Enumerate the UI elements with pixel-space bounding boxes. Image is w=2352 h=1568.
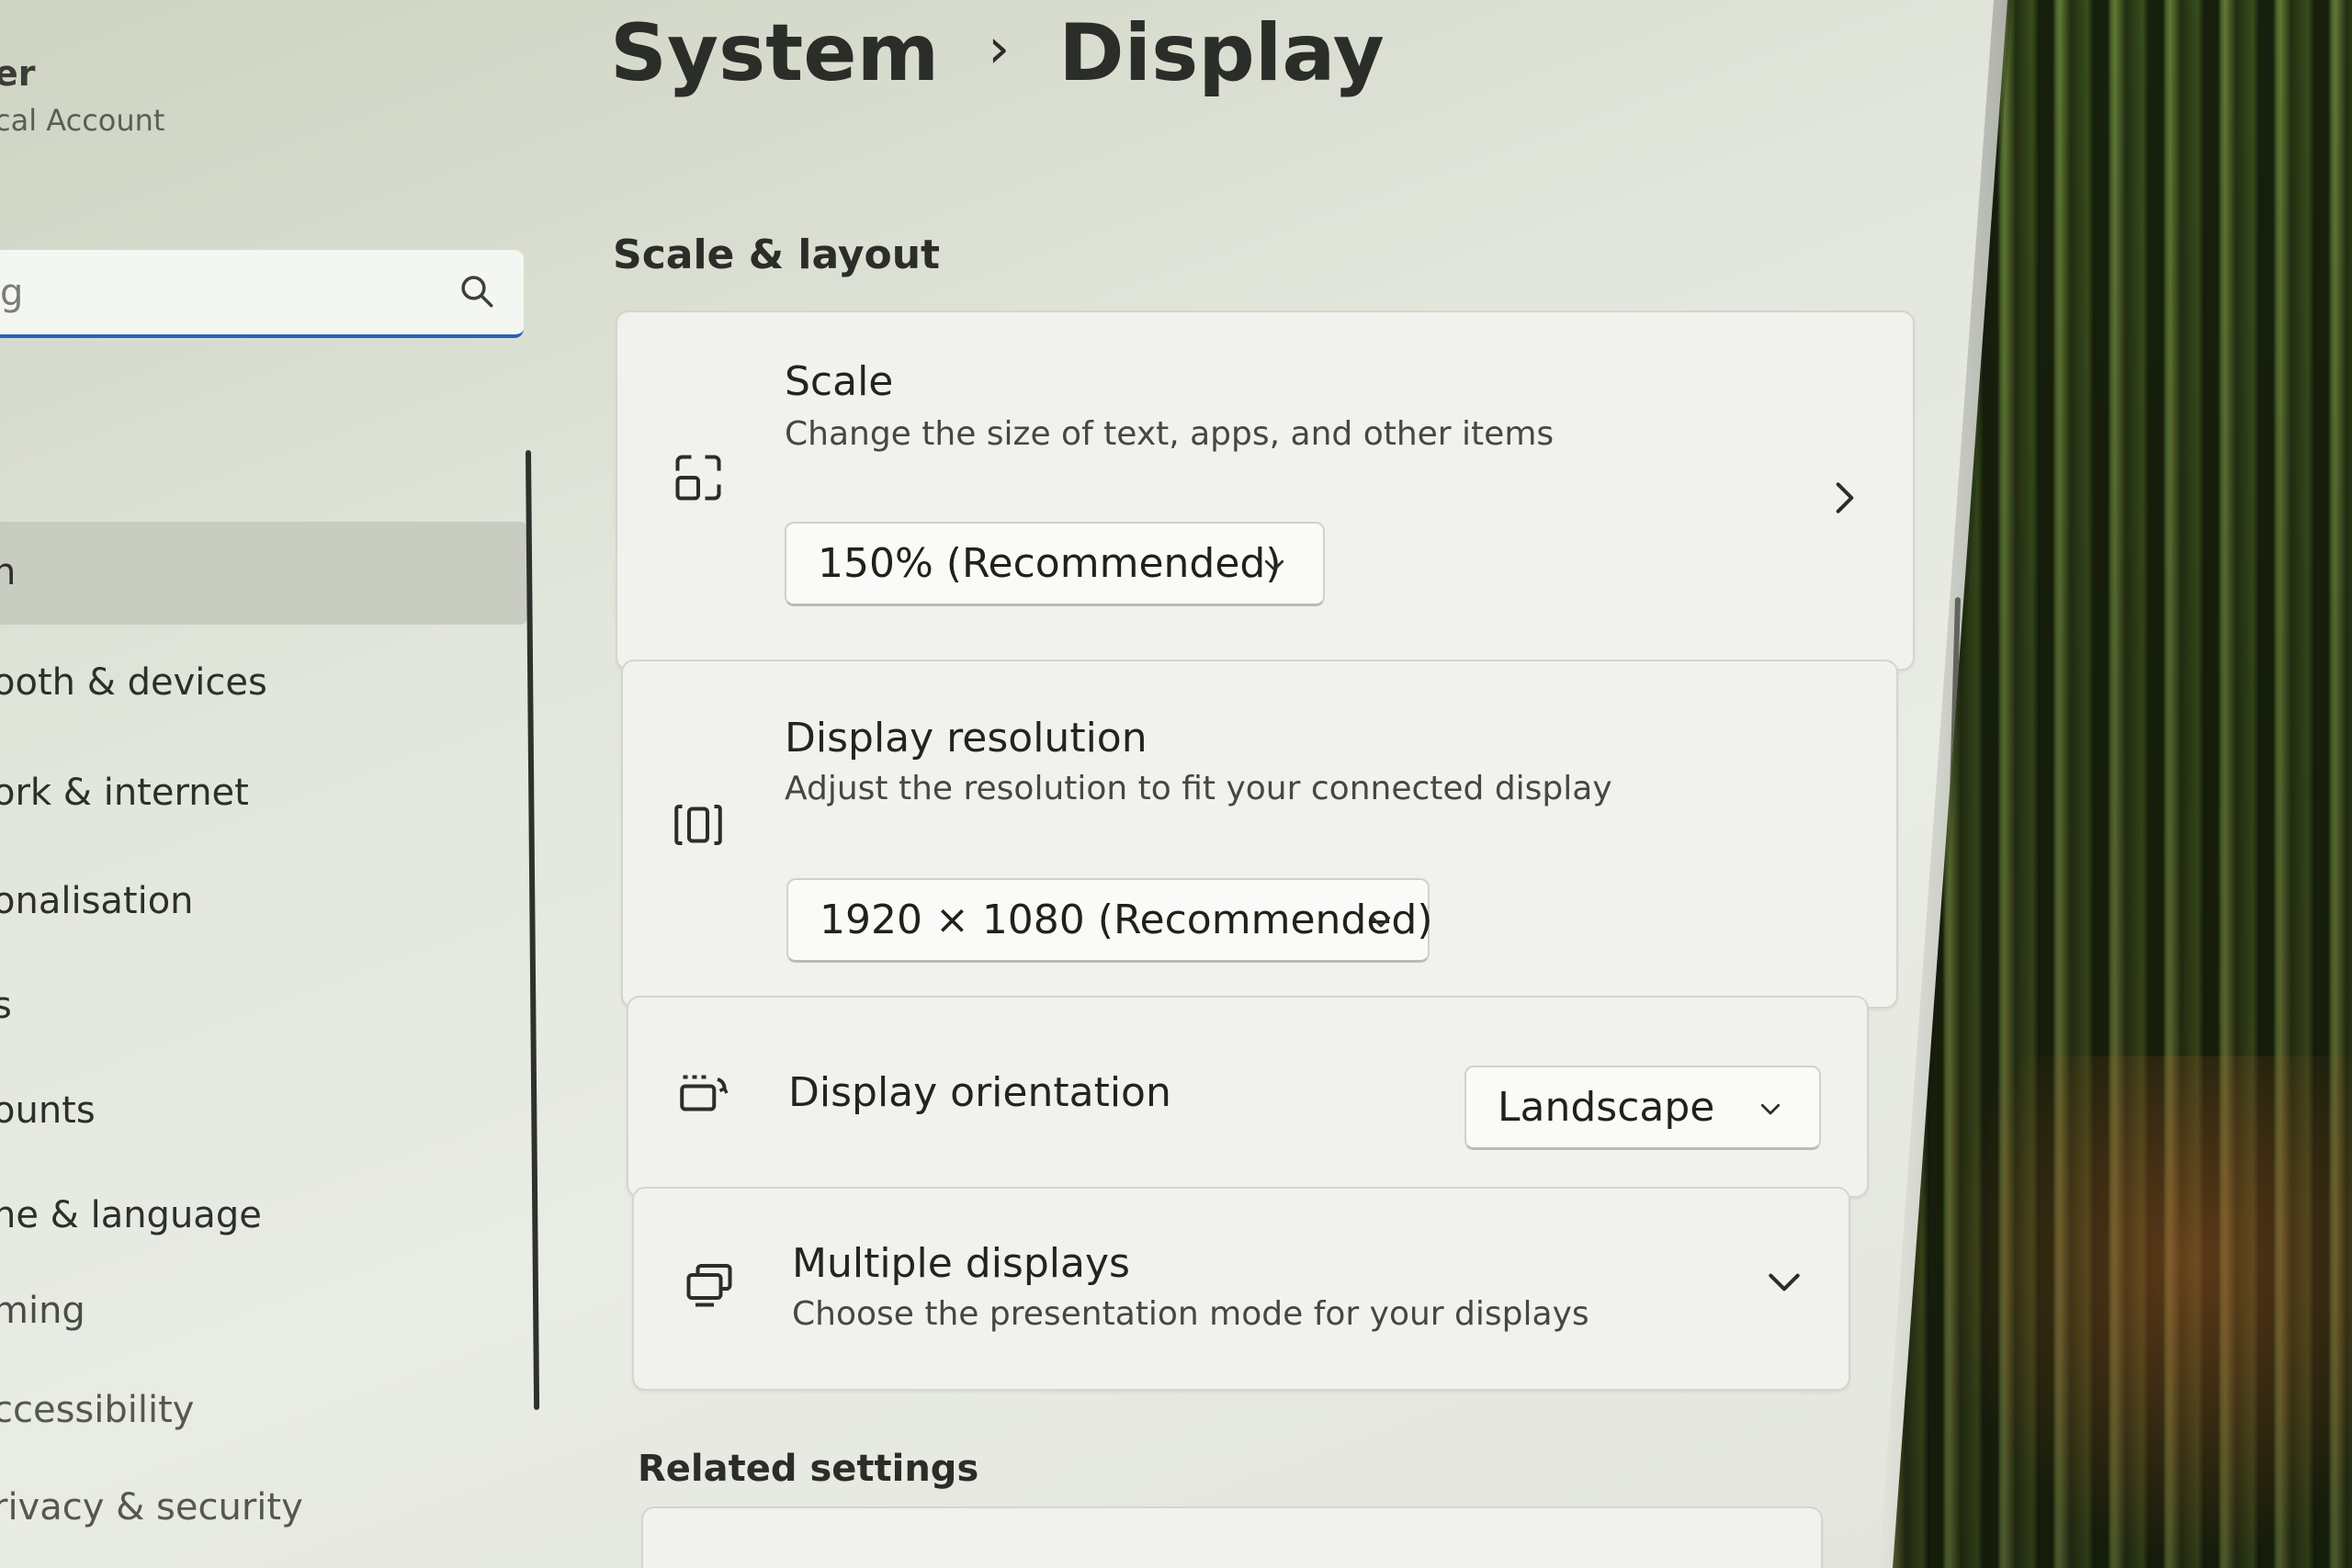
resolution-card: Display resolution Adjust the resolution…	[621, 660, 1898, 1009]
chevron-down-icon	[1371, 916, 1391, 928]
scale-title: Scale	[785, 358, 894, 405]
orientation-card: Display orientation Landscape	[627, 996, 1869, 1198]
scale-dropdown[interactable]: 150% (Recommended)	[785, 522, 1325, 606]
sidebar-scrollbar[interactable]	[526, 449, 540, 1410]
resolution-icon	[674, 805, 722, 845]
sidebar-item-network-internet[interactable]: ork & internet	[0, 772, 249, 814]
sidebar-selected-highlight	[0, 522, 527, 625]
sidebar-item-system[interactable]: n	[0, 551, 16, 593]
section-title-scale-layout: Scale & layout	[613, 231, 941, 278]
wallpaper-glow	[1948, 1056, 2352, 1568]
sidebar-item-gaming[interactable]: ming	[0, 1290, 85, 1332]
section-title-related-settings: Related settings	[638, 1448, 979, 1490]
resolution-dropdown-value: 1920 × 1080 (Recommended)	[820, 897, 1433, 943]
resolution-description: Adjust the resolution to fit your connec…	[785, 770, 1612, 807]
scale-dropdown-value: 150% (Recommended)	[818, 540, 1282, 587]
chevron-right-icon[interactable]	[1828, 478, 1861, 518]
sidebar-item-bluetooth-devices[interactable]: ooth & devices	[0, 661, 267, 704]
scale-card[interactable]: Scale Change the size of text, apps, and…	[616, 310, 1915, 671]
chevron-down-icon[interactable]	[1764, 1266, 1804, 1299]
orientation-dropdown[interactable]: Landscape	[1464, 1066, 1821, 1150]
orientation-title: Display orientation	[788, 1069, 1171, 1116]
scale-icon	[675, 455, 721, 501]
multiple-displays-card[interactable]: Multiple displays Choose the presentatio…	[632, 1187, 1850, 1391]
multiple-displays-icon	[686, 1264, 732, 1307]
sidebar-item-accounts[interactable]: ounts	[0, 1089, 96, 1132]
multiple-displays-title: Multiple displays	[792, 1240, 1130, 1287]
sidebar-item-privacy-security[interactable]: rivacy & security	[0, 1486, 303, 1529]
search-input[interactable]: g	[0, 250, 524, 338]
related-settings-card[interactable]	[641, 1506, 1823, 1568]
resolution-title: Display resolution	[785, 715, 1148, 761]
orientation-icon	[680, 1075, 729, 1111]
scale-description: Change the size of text, apps, and other…	[785, 415, 1555, 453]
chevron-down-icon	[1264, 559, 1284, 571]
page-title: Display	[1058, 7, 1385, 99]
sidebar-item-accessibility[interactable]: ccessibility	[0, 1389, 194, 1431]
user-account-type: cal Account	[0, 103, 165, 138]
resolution-dropdown[interactable]: 1920 × 1080 (Recommended)	[786, 878, 1433, 963]
user-name: er	[0, 53, 36, 94]
sidebar-item-apps[interactable]: s	[0, 985, 12, 1027]
sidebar-item-time-language[interactable]: ne & language	[0, 1194, 262, 1236]
orientation-dropdown-value: Landscape	[1498, 1084, 1715, 1131]
breadcrumb-parent[interactable]: System	[610, 7, 939, 99]
breadcrumb-separator-icon: ›	[988, 17, 1011, 81]
breadcrumb: System › Display	[610, 7, 1385, 99]
sidebar-item-personalisation[interactable]: onalisation	[0, 880, 194, 922]
chevron-down-icon	[1760, 1103, 1781, 1115]
search-icon[interactable]	[458, 272, 496, 310]
search-input-value[interactable]: g	[0, 272, 23, 314]
multiple-displays-description: Choose the presentation mode for your di…	[792, 1295, 1589, 1333]
